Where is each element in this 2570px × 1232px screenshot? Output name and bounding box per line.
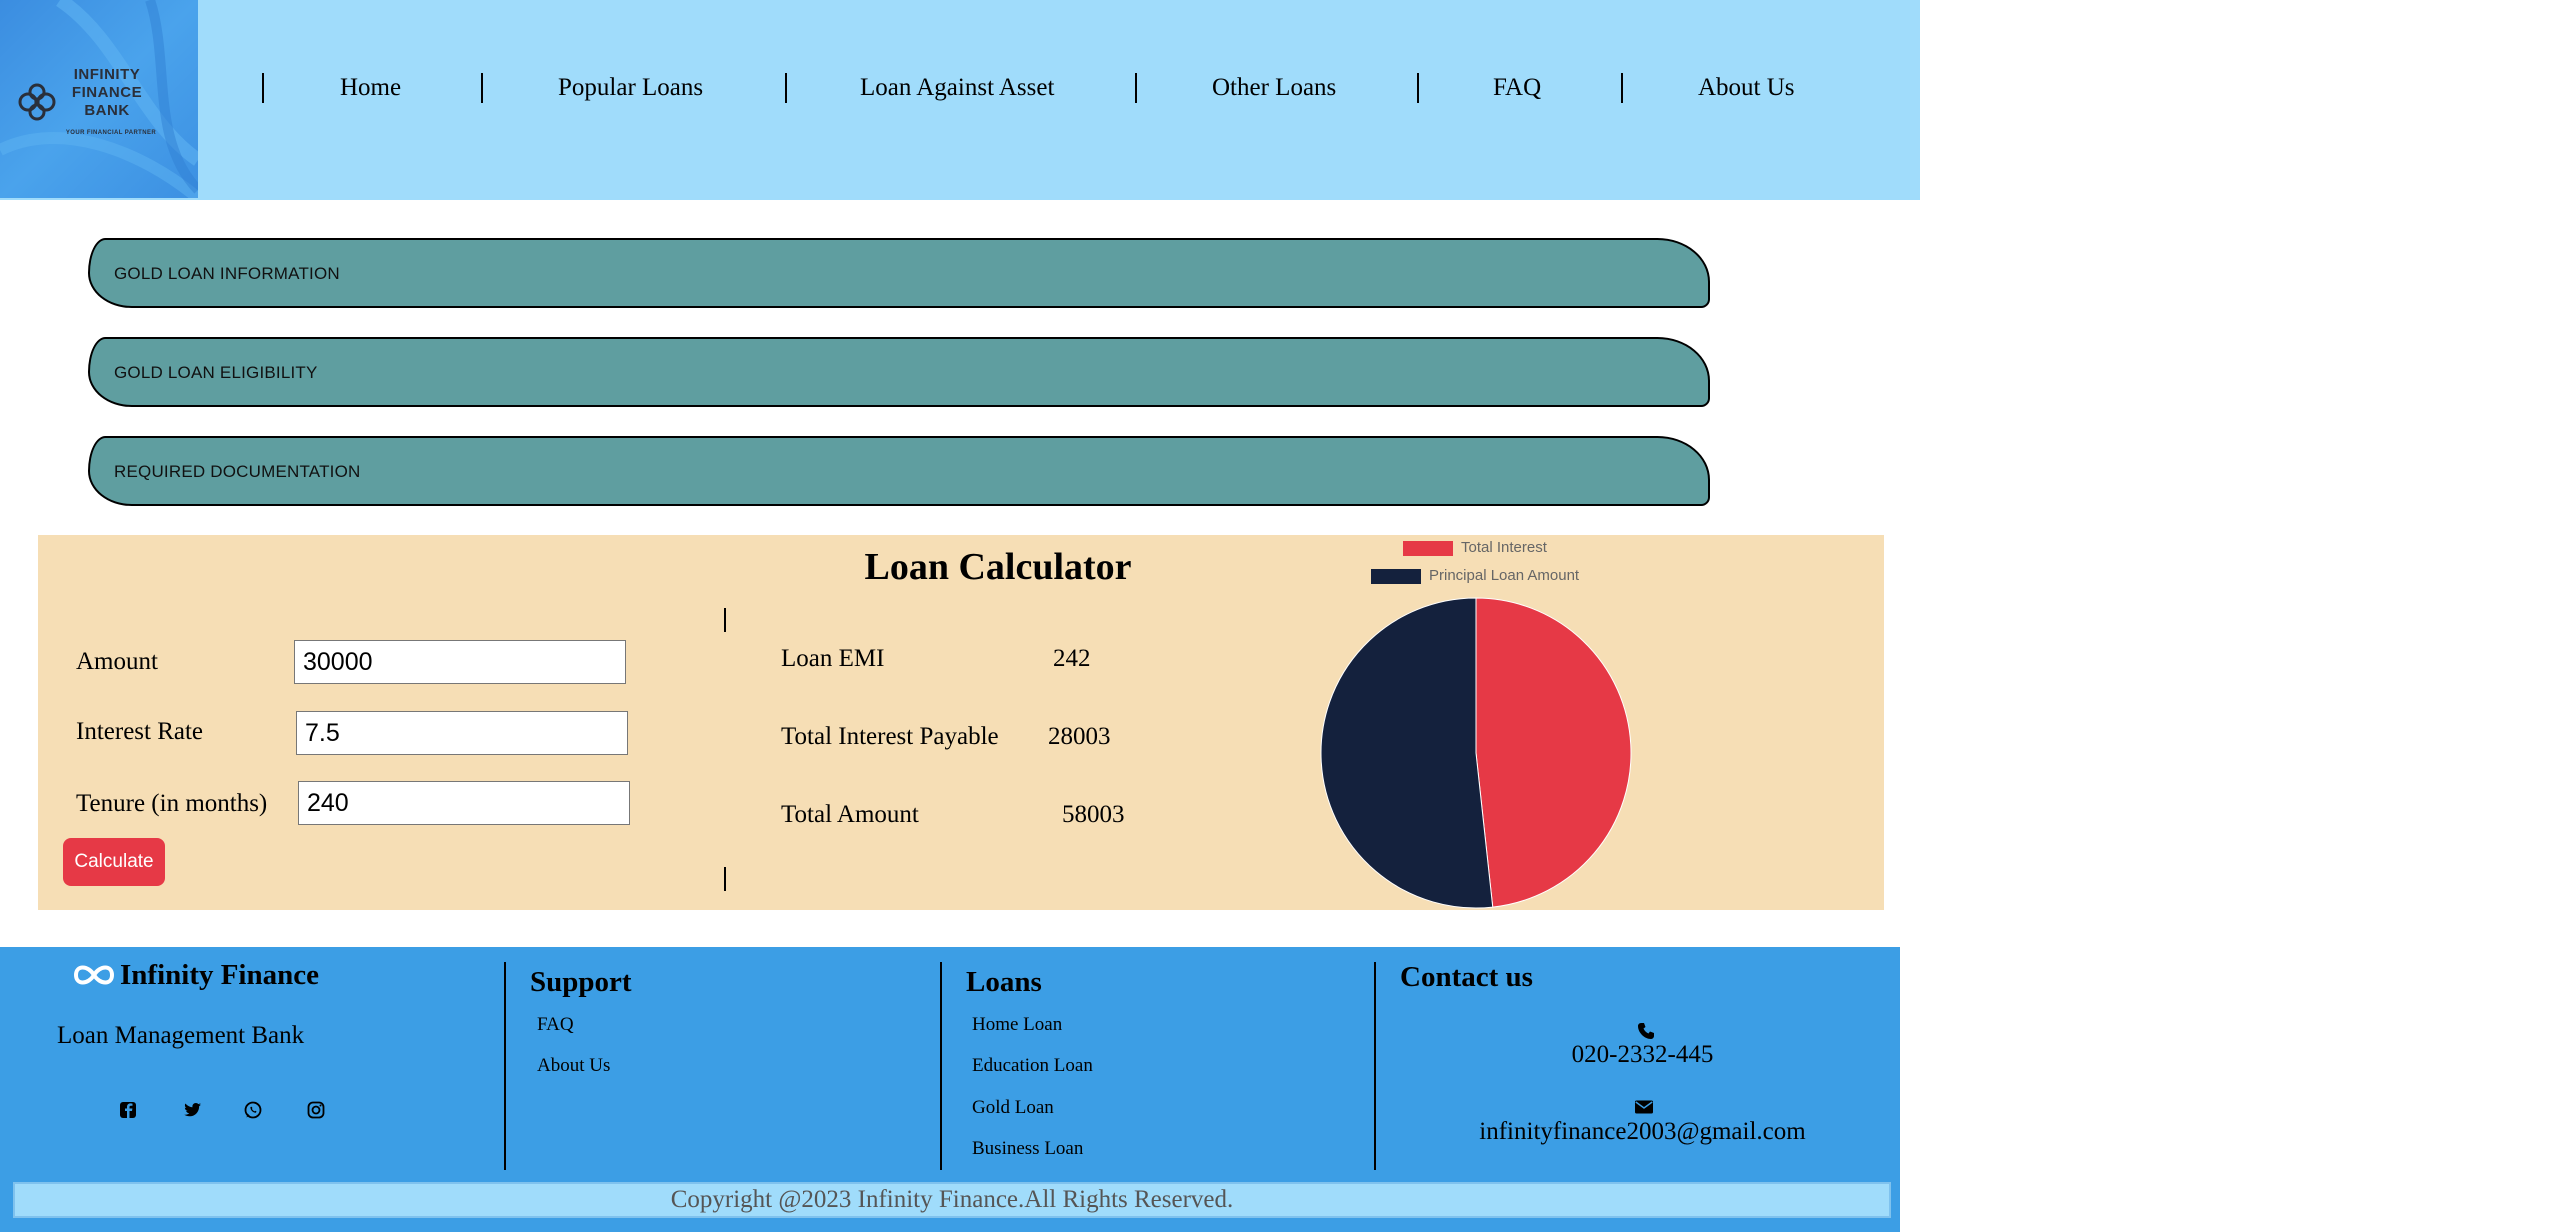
results-divider <box>724 608 726 632</box>
total-interest-label: Total Interest Payable <box>781 723 999 750</box>
nav-faq[interactable]: FAQ <box>1493 72 1541 104</box>
twitter-icon[interactable] <box>181 1099 203 1121</box>
contact-phone[interactable]: 020-2332-445 <box>1470 1041 1815 1069</box>
legend-swatch-principal[interactable] <box>1371 569 1421 584</box>
interest-rate-input[interactable] <box>296 711 628 755</box>
loan-pie-chart[interactable] <box>1316 593 1636 913</box>
instagram-icon[interactable] <box>305 1099 327 1121</box>
nav-loan-against-asset[interactable]: Loan Against Asset <box>860 72 1054 104</box>
legend-swatch-total-interest[interactable] <box>1403 541 1453 556</box>
accordion-gold-loan-information[interactable]: GOLD LOAN INFORMATION <box>88 238 1710 308</box>
infinity-icon <box>74 965 114 985</box>
footer-link-gold-loan[interactable]: Gold Loan <box>972 1097 1054 1119</box>
nav-home[interactable]: Home <box>340 72 401 104</box>
facebook-icon[interactable] <box>117 1099 139 1121</box>
footer-link-home-loan[interactable]: Home Loan <box>972 1014 1062 1036</box>
nav-other-loans[interactable]: Other Loans <box>1212 72 1336 104</box>
interest-rate-label: Interest Rate <box>76 718 204 745</box>
support-heading: Support <box>530 966 632 998</box>
copyright-bar: Copyright @2023 Infinity Finance.All Rig… <box>13 1182 1891 1218</box>
tenure-label: Tenure (in months) <box>76 790 268 817</box>
envelope-icon <box>1635 1100 1653 1114</box>
footer-link-education-loan[interactable]: Education Loan <box>972 1055 1093 1077</box>
contact-heading: Contact us <box>1400 961 1533 993</box>
loan-emi-value: 242 <box>1053 645 1091 672</box>
results-divider <box>724 867 726 891</box>
accordion-gold-loan-eligibility[interactable]: GOLD LOAN ELIGIBILITY <box>88 337 1710 407</box>
nav-divider <box>1621 73 1623 103</box>
contact-email[interactable]: infinityfinance2003@gmail.com <box>1470 1118 1815 1146</box>
logo-line: BANK <box>84 102 130 119</box>
footer-divider <box>940 962 942 1170</box>
logo-tagline: YOUR FINANCIAL PARTNER <box>65 130 157 136</box>
nav-divider <box>481 73 483 103</box>
loan-calculator: Loan Calculator Amount Interest Rate Ten… <box>38 535 1884 910</box>
amount-label: Amount <box>76 648 158 675</box>
footer-link-about-us[interactable]: About Us <box>537 1055 610 1077</box>
total-amount-label: Total Amount <box>781 801 919 828</box>
nav-about-us[interactable]: About Us <box>1698 72 1795 104</box>
nav-divider <box>262 73 264 103</box>
nav-divider <box>1417 73 1419 103</box>
footer-divider <box>504 962 506 1170</box>
logo-wordmark: INFINITY FINANCE BANK <box>52 66 162 120</box>
loan-emi-label: Loan EMI <box>781 645 885 672</box>
calculate-button[interactable]: Calculate <box>63 838 165 886</box>
footer-brand: Infinity Finance <box>120 959 319 991</box>
tenure-input[interactable] <box>298 781 630 825</box>
logo-line: FINANCE <box>71 84 143 101</box>
total-amount-value: 58003 <box>1062 801 1125 828</box>
accordion-required-documentation[interactable]: REQUIRED DOCUMENTATION <box>88 436 1710 506</box>
bank-logo[interactable]: INFINITY FINANCE BANK YOUR FINANCIAL PAR… <box>0 0 198 198</box>
phone-icon <box>1638 1023 1654 1039</box>
accordion-label: GOLD LOAN ELIGIBILITY <box>114 363 318 382</box>
legend-label-principal[interactable]: Principal Loan Amount <box>1429 567 1579 584</box>
loans-heading: Loans <box>966 966 1042 998</box>
total-interest-value: 28003 <box>1048 723 1111 750</box>
accordion-label: GOLD LOAN INFORMATION <box>114 264 340 283</box>
nav-divider <box>785 73 787 103</box>
pie-slice-principal-loan-amount[interactable] <box>1320 597 1494 909</box>
site-header: INFINITY FINANCE BANK YOUR FINANCIAL PAR… <box>0 0 1920 200</box>
legend-label-total-interest[interactable]: Total Interest <box>1461 539 1547 556</box>
logo-line: INFINITY <box>73 66 141 83</box>
calculator-title: Loan Calculator <box>864 546 1132 588</box>
amount-input[interactable] <box>294 640 626 684</box>
footer-subtitle: Loan Management Bank <box>57 1022 305 1049</box>
footer-link-faq[interactable]: FAQ <box>537 1014 574 1036</box>
nav-divider <box>1135 73 1137 103</box>
footer-link-business-loan[interactable]: Business Loan <box>972 1138 1083 1160</box>
nav-popular-loans[interactable]: Popular Loans <box>558 72 703 104</box>
pie-slice-total-interest[interactable] <box>1475 597 1632 908</box>
whatsapp-icon[interactable] <box>242 1099 264 1121</box>
accordion-label: REQUIRED DOCUMENTATION <box>114 462 361 481</box>
footer-divider <box>1374 962 1376 1170</box>
